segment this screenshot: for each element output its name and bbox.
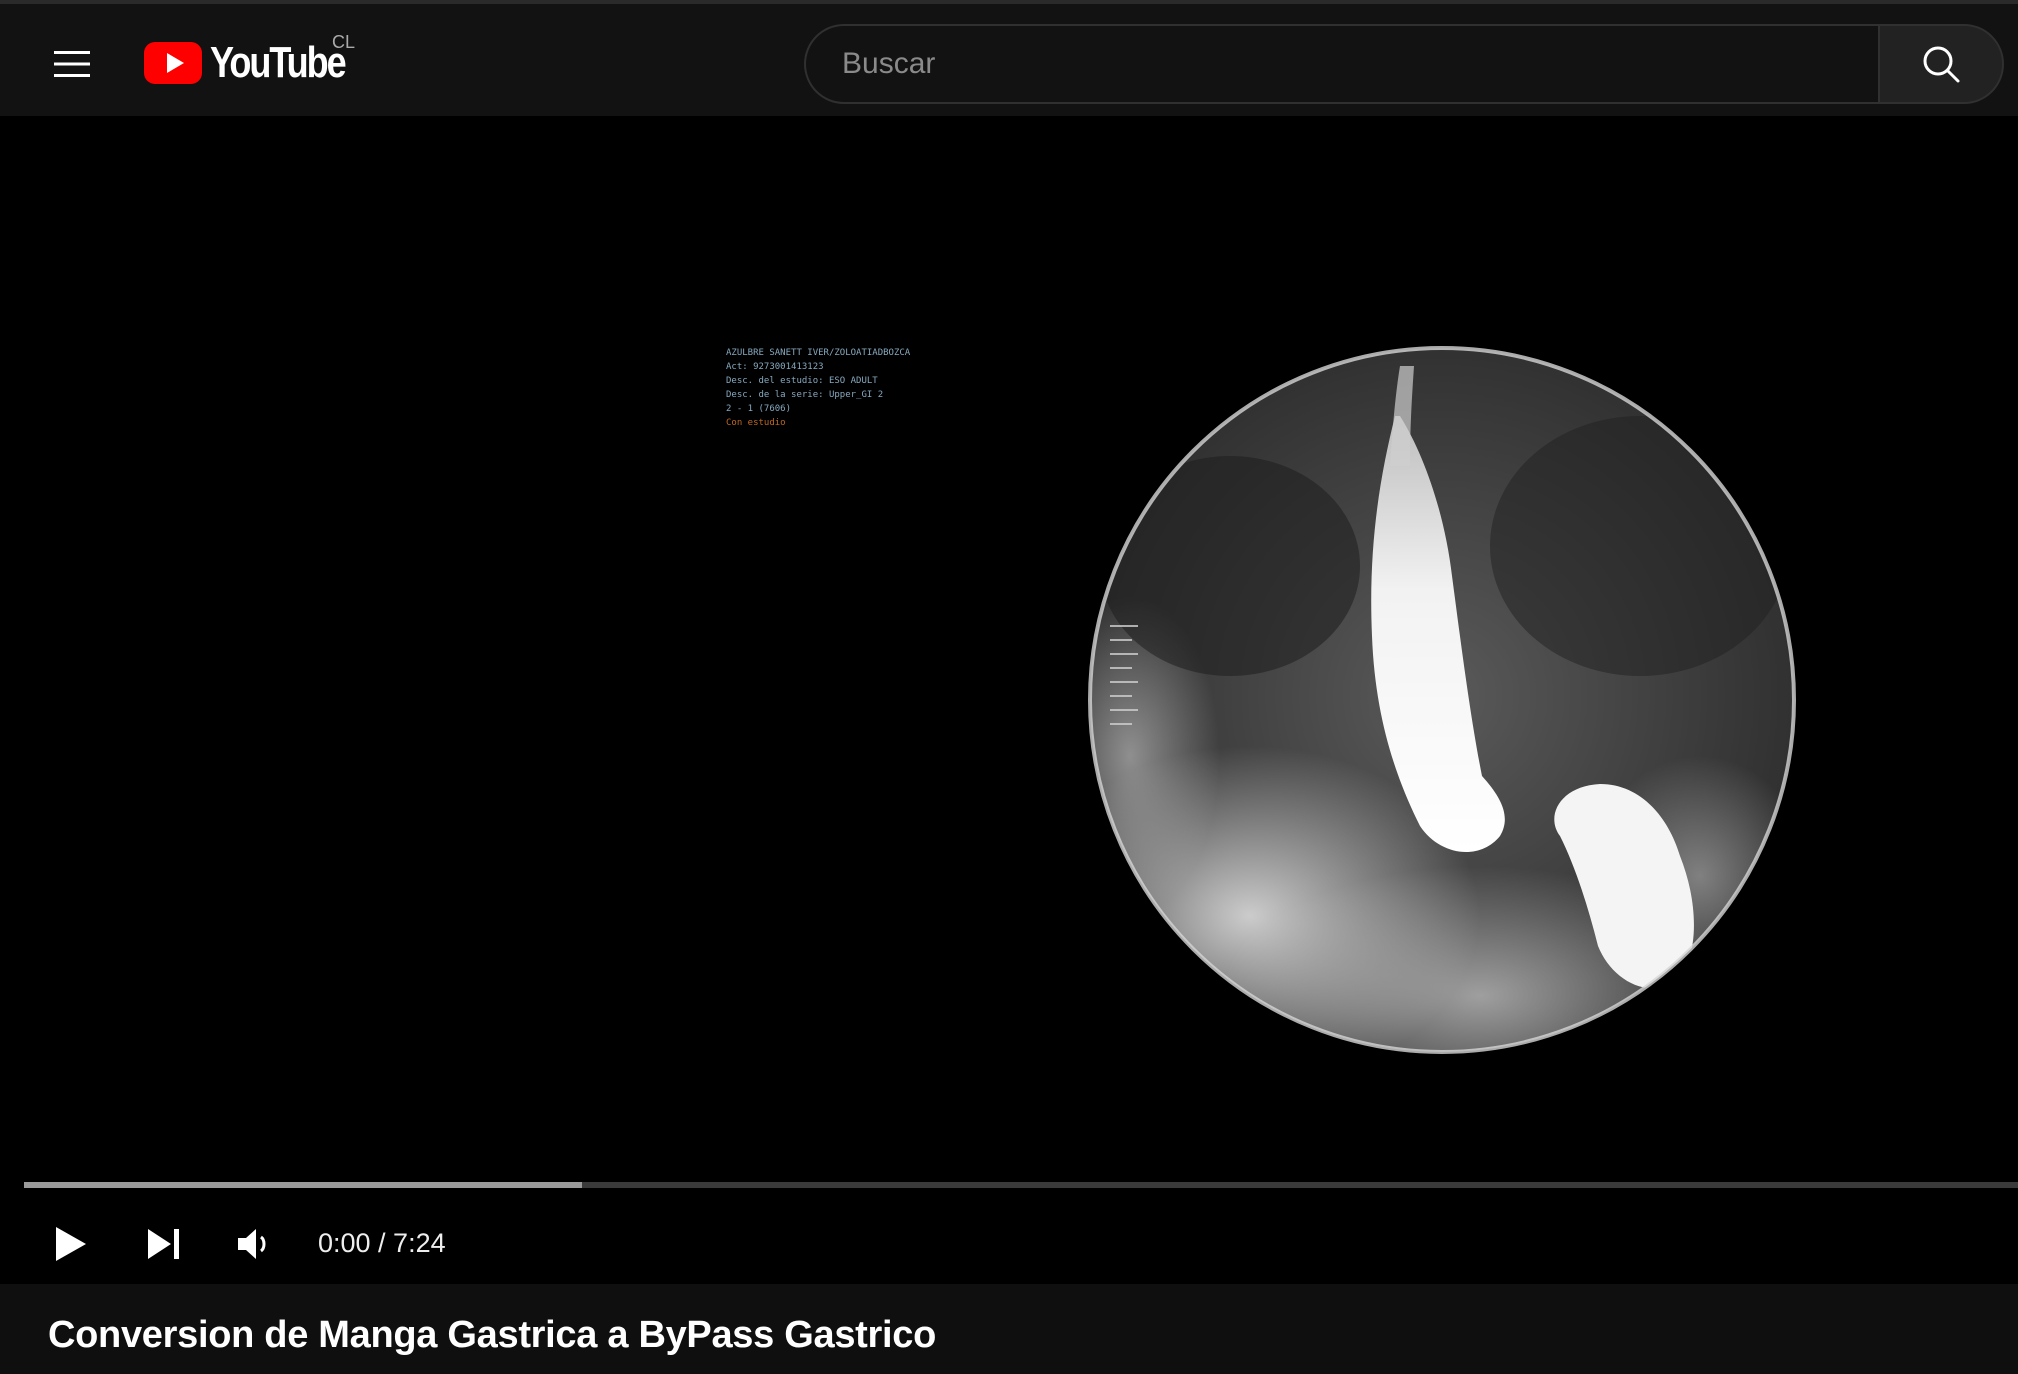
play-icon [56, 1227, 86, 1261]
youtube-play-icon [144, 42, 202, 84]
next-button[interactable] [134, 1216, 194, 1272]
overlay-line: Desc. de la serie: Upper_GI 2 [726, 390, 884, 400]
search-bar [804, 24, 2004, 104]
overlay-line: Con estudio [726, 418, 786, 428]
overlay-line: AZULBRE SANETT IVER/ZOLOATIADBOZCA [726, 348, 911, 358]
overlay-line: 2 - 1 (7606) [726, 404, 792, 414]
progress-bar[interactable] [24, 1182, 2018, 1188]
country-code: CL [332, 32, 356, 52]
buffered-progress [24, 1182, 583, 1188]
logo-wordmark: YouTube [210, 38, 347, 87]
search-input[interactable] [840, 46, 1878, 82]
play-button[interactable] [40, 1216, 100, 1272]
time-display: 0:00 / 7:24 [318, 1228, 446, 1258]
player-controls: 0:00 / 7:24 [0, 1206, 2018, 1284]
skip-next-icon [148, 1229, 179, 1259]
search-icon [1923, 46, 1960, 83]
video-player[interactable]: AZULBRE SANETT IVER/ZOLOATIADBOZCA Act: 9… [0, 116, 2018, 1284]
hamburger-menu-icon [54, 51, 90, 77]
overlay-line: Act: 9273001413123 [726, 362, 824, 372]
video-title[interactable]: Conversion de Manga Gastrica a ByPass Ga… [48, 1314, 936, 1357]
overlay-line: Desc. del estudio: ESO ADULT [726, 376, 878, 386]
youtube-logo[interactable]: YouTube CL [144, 32, 374, 90]
guide-menu-button[interactable] [44, 36, 100, 92]
search-button[interactable] [1878, 24, 2004, 104]
video-frame-fluoroscopy [0, 116, 2018, 1176]
dicom-overlay-text: AZULBRE SANETT IVER/ZOLOATIADBOZCA Act: 9… [726, 346, 910, 430]
volume-icon [238, 1229, 266, 1259]
masthead: YouTube CL [0, 0, 2018, 116]
volume-button[interactable] [224, 1216, 284, 1272]
search-box [804, 24, 1878, 104]
youtube-watch-page: YouTube CL Buscar AZULBRE SANETT IVER/ZO… [0, 0, 2018, 1374]
video-title-bar: Conversion de Manga Gastrica a ByPass Ga… [0, 1284, 2018, 1374]
